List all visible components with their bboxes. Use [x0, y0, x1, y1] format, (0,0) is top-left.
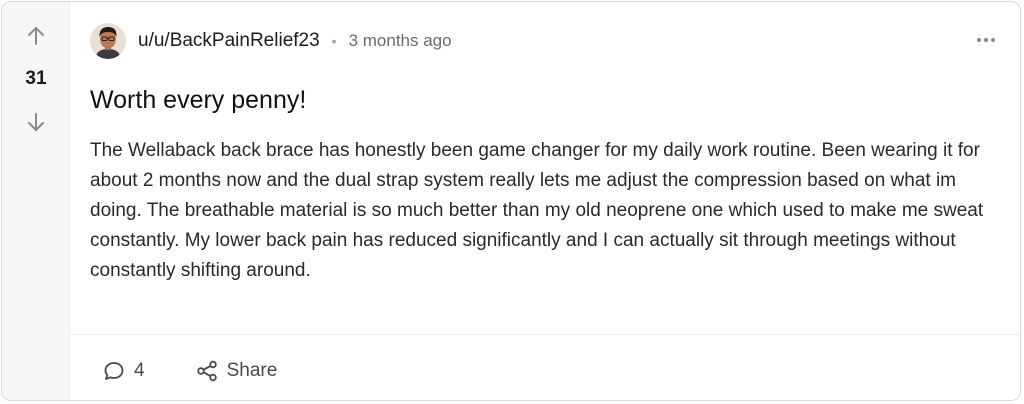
- divider: [70, 334, 1020, 335]
- post-timestamp: 3 months ago: [348, 31, 452, 50]
- downvote-button[interactable]: [22, 108, 50, 136]
- share-icon: [196, 360, 217, 382]
- arrow-up-icon: [28, 27, 44, 45]
- meta-separator: •: [331, 33, 337, 49]
- share-label: Share: [226, 360, 278, 381]
- comments-button[interactable]: 4: [102, 359, 145, 383]
- author-username[interactable]: u/u/BackPainRelief23: [138, 30, 320, 52]
- more-options-button[interactable]: [974, 28, 998, 52]
- more-horizontal-icon: [977, 38, 995, 42]
- comment-bubble-icon: [104, 362, 124, 380]
- post-body: The Wellaback back brace has honestly be…: [90, 140, 984, 281]
- vote-column: 31: [2, 2, 70, 400]
- avatar[interactable]: [90, 23, 126, 59]
- post-card: 31 u/u/BackPainRelief23 • 3 months ago W…: [1, 1, 1021, 401]
- upvote-button[interactable]: [22, 22, 50, 50]
- comment-count: 4: [134, 360, 145, 381]
- post-actions: 4 Share: [102, 354, 277, 388]
- post-content: u/u/BackPainRelief23 • 3 months ago Wort…: [70, 2, 1020, 400]
- arrow-down-icon: [28, 113, 44, 131]
- share-button[interactable]: Share: [195, 359, 278, 383]
- vote-count: 31: [25, 68, 47, 89]
- post-title: Worth every penny!: [90, 86, 307, 114]
- post-meta: u/u/BackPainRelief23 • 3 months ago: [90, 22, 452, 60]
